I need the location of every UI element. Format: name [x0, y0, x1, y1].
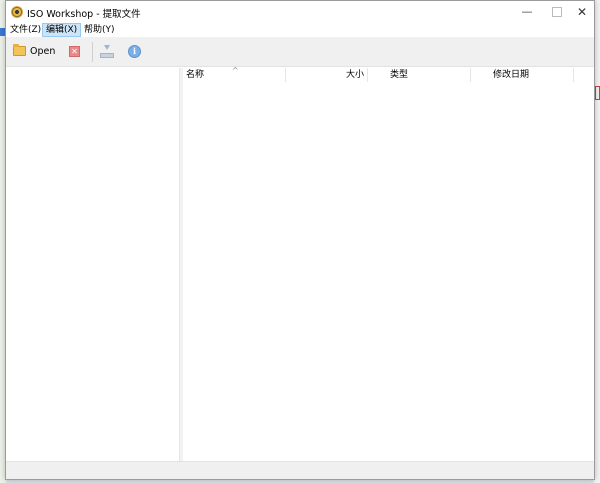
toolbar: Open ✕ i — [6, 37, 594, 67]
window-title: ISO Workshop - 提取文件 — [27, 9, 141, 20]
extract-tray-icon — [100, 53, 114, 58]
open-button-label: Open — [30, 46, 56, 57]
file-list-header: 名称 ^ 大小 类型 修改日期 — [183, 66, 594, 82]
close-window-button[interactable]: ✕ — [567, 1, 597, 23]
menu-help[interactable]: 帮助(Y) — [81, 23, 118, 37]
extract-button[interactable] — [100, 45, 114, 58]
column-header-modified[interactable]: 修改日期 — [471, 68, 574, 82]
column-header-size[interactable]: 大小 — [286, 68, 368, 82]
menu-edit[interactable]: 编辑(X) — [42, 23, 82, 37]
minimize-button[interactable]: — — [512, 1, 542, 23]
app-window: ISO Workshop - 提取文件 — ✕ 文件(Z) 编辑(X) 帮助(Y… — [5, 0, 595, 480]
info-button[interactable]: i — [128, 45, 141, 58]
close-image-button[interactable]: ✕ — [69, 46, 80, 57]
open-button[interactable]: Open — [11, 43, 59, 61]
menu-bar: 文件(Z) 编辑(X) 帮助(Y) — [6, 23, 594, 37]
file-list-pane[interactable]: 名称 ^ 大小 类型 修改日期 — [183, 66, 594, 461]
folder-open-icon — [13, 44, 26, 56]
status-bar — [6, 461, 594, 479]
extract-arrow-icon — [104, 45, 110, 50]
title-bar[interactable]: ISO Workshop - 提取文件 — ✕ — [6, 1, 594, 23]
menu-file[interactable]: 文件(Z) — [7, 23, 44, 37]
folder-tree-pane[interactable] — [6, 68, 180, 461]
desktop-window-edge — [595, 86, 600, 100]
sort-ascending-icon: ^ — [232, 66, 239, 75]
iso-workshop-app-icon — [11, 6, 23, 18]
column-header-type[interactable]: 类型 — [368, 68, 471, 82]
toolbar-separator — [92, 42, 93, 62]
